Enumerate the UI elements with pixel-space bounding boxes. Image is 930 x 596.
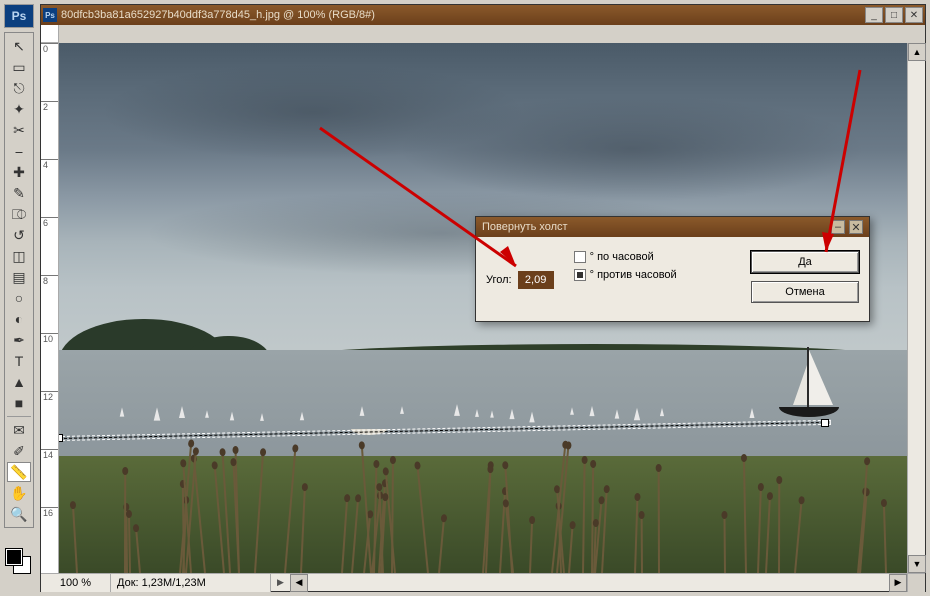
pen-tool[interactable]: ✒ — [7, 330, 31, 350]
cancel-button[interactable]: Отмена — [751, 281, 859, 303]
history-brush-tool[interactable]: ↺ — [7, 225, 31, 245]
stamp-tool[interactable]: ⎄ — [7, 204, 31, 224]
close-button[interactable]: ✕ — [905, 7, 923, 23]
dialog-title: Повернуть холст — [482, 221, 827, 233]
radio-label: ° по часовой — [590, 251, 654, 263]
minimize-button[interactable]: _ — [865, 7, 883, 23]
color-swatches[interactable] — [4, 547, 34, 577]
notes-tool[interactable]: ✉ — [7, 420, 31, 440]
radio-counterclockwise[interactable]: ° против часовой — [574, 269, 677, 281]
dialog-minimize-icon[interactable]: – — [831, 220, 845, 234]
radio-clockwise[interactable]: ° по часовой — [574, 251, 677, 263]
app-logo: Ps — [4, 4, 34, 28]
scroll-down-button[interactable]: ▼ — [908, 555, 926, 573]
document-info[interactable]: Док: 1,23M/1,23M — [111, 574, 271, 592]
slice-tool[interactable]: ⎯ — [7, 141, 31, 161]
crop-tool[interactable]: ✂ — [7, 120, 31, 140]
scrollbar-vertical[interactable]: ▲ ▼ — [907, 43, 925, 573]
magic-wand-tool[interactable]: ✦ — [7, 99, 31, 119]
radio-icon — [574, 269, 586, 281]
resize-grip[interactable] — [907, 574, 925, 592]
scroll-left-button[interactable]: ◀ — [290, 574, 308, 592]
foreground-swatch[interactable] — [6, 549, 22, 565]
document-title: 80dfcb3ba81a652927b40ddf3a778d45_h.jpg @… — [61, 9, 865, 21]
healing-brush-tool[interactable]: ✚ — [7, 162, 31, 182]
dodge-tool[interactable]: ◐ — [7, 309, 31, 329]
blur-tool[interactable]: ○ — [7, 288, 31, 308]
maximize-button[interactable]: □ — [885, 7, 903, 23]
dialog-close-icon[interactable]: ✕ — [849, 220, 863, 234]
zoom-level[interactable]: 100 % — [41, 574, 111, 592]
info-menu-icon[interactable]: ▶ — [271, 577, 290, 588]
move-tool[interactable]: ↖ — [7, 36, 31, 56]
type-tool[interactable]: T — [7, 351, 31, 371]
scroll-up-button[interactable]: ▲ — [908, 43, 926, 61]
gradient-tool[interactable]: ▤ — [7, 267, 31, 287]
ruler-vertical[interactable]: 0246810121416 — [41, 43, 59, 573]
hand-tool[interactable]: ✋ — [7, 483, 31, 503]
rotate-canvas-dialog[interactable]: Повернуть холст – ✕ Угол: ° по часовой °… — [475, 216, 870, 322]
tools-panel: ↖▭⎋✦✂⎯✚✎⎄↺◫▤○◐✒T▲■ ✉✐📏✋🔍 — [4, 32, 34, 528]
angle-input[interactable] — [518, 271, 554, 289]
lasso-tool[interactable]: ⎋ — [7, 78, 31, 98]
ok-button[interactable]: Да — [751, 251, 859, 273]
eraser-tool[interactable]: ◫ — [7, 246, 31, 266]
dialog-titlebar[interactable]: Повернуть холст – ✕ — [476, 217, 869, 237]
document-titlebar[interactable]: Ps 80dfcb3ba81a652927b40ddf3a778d45_h.jp… — [41, 5, 925, 25]
scroll-right-button[interactable]: ▶ — [889, 574, 907, 592]
rectangle-tool[interactable]: ■ — [7, 393, 31, 413]
radio-label: ° против часовой — [590, 269, 677, 281]
ruler-tool[interactable]: 📏 — [7, 462, 31, 482]
radio-icon — [574, 251, 586, 263]
marquee-tool[interactable]: ▭ — [7, 57, 31, 77]
image-editor: { "document": { "title": "80dfcb3ba81a65… — [0, 0, 930, 596]
eyedropper-tool[interactable]: ✐ — [7, 441, 31, 461]
zoom-tool[interactable]: 🔍 — [7, 504, 31, 524]
document-icon: Ps — [43, 8, 57, 22]
ruler-origin[interactable] — [41, 25, 59, 43]
path-select-tool[interactable]: ▲ — [7, 372, 31, 392]
brush-tool[interactable]: ✎ — [7, 183, 31, 203]
angle-label: Угол: — [486, 274, 512, 286]
